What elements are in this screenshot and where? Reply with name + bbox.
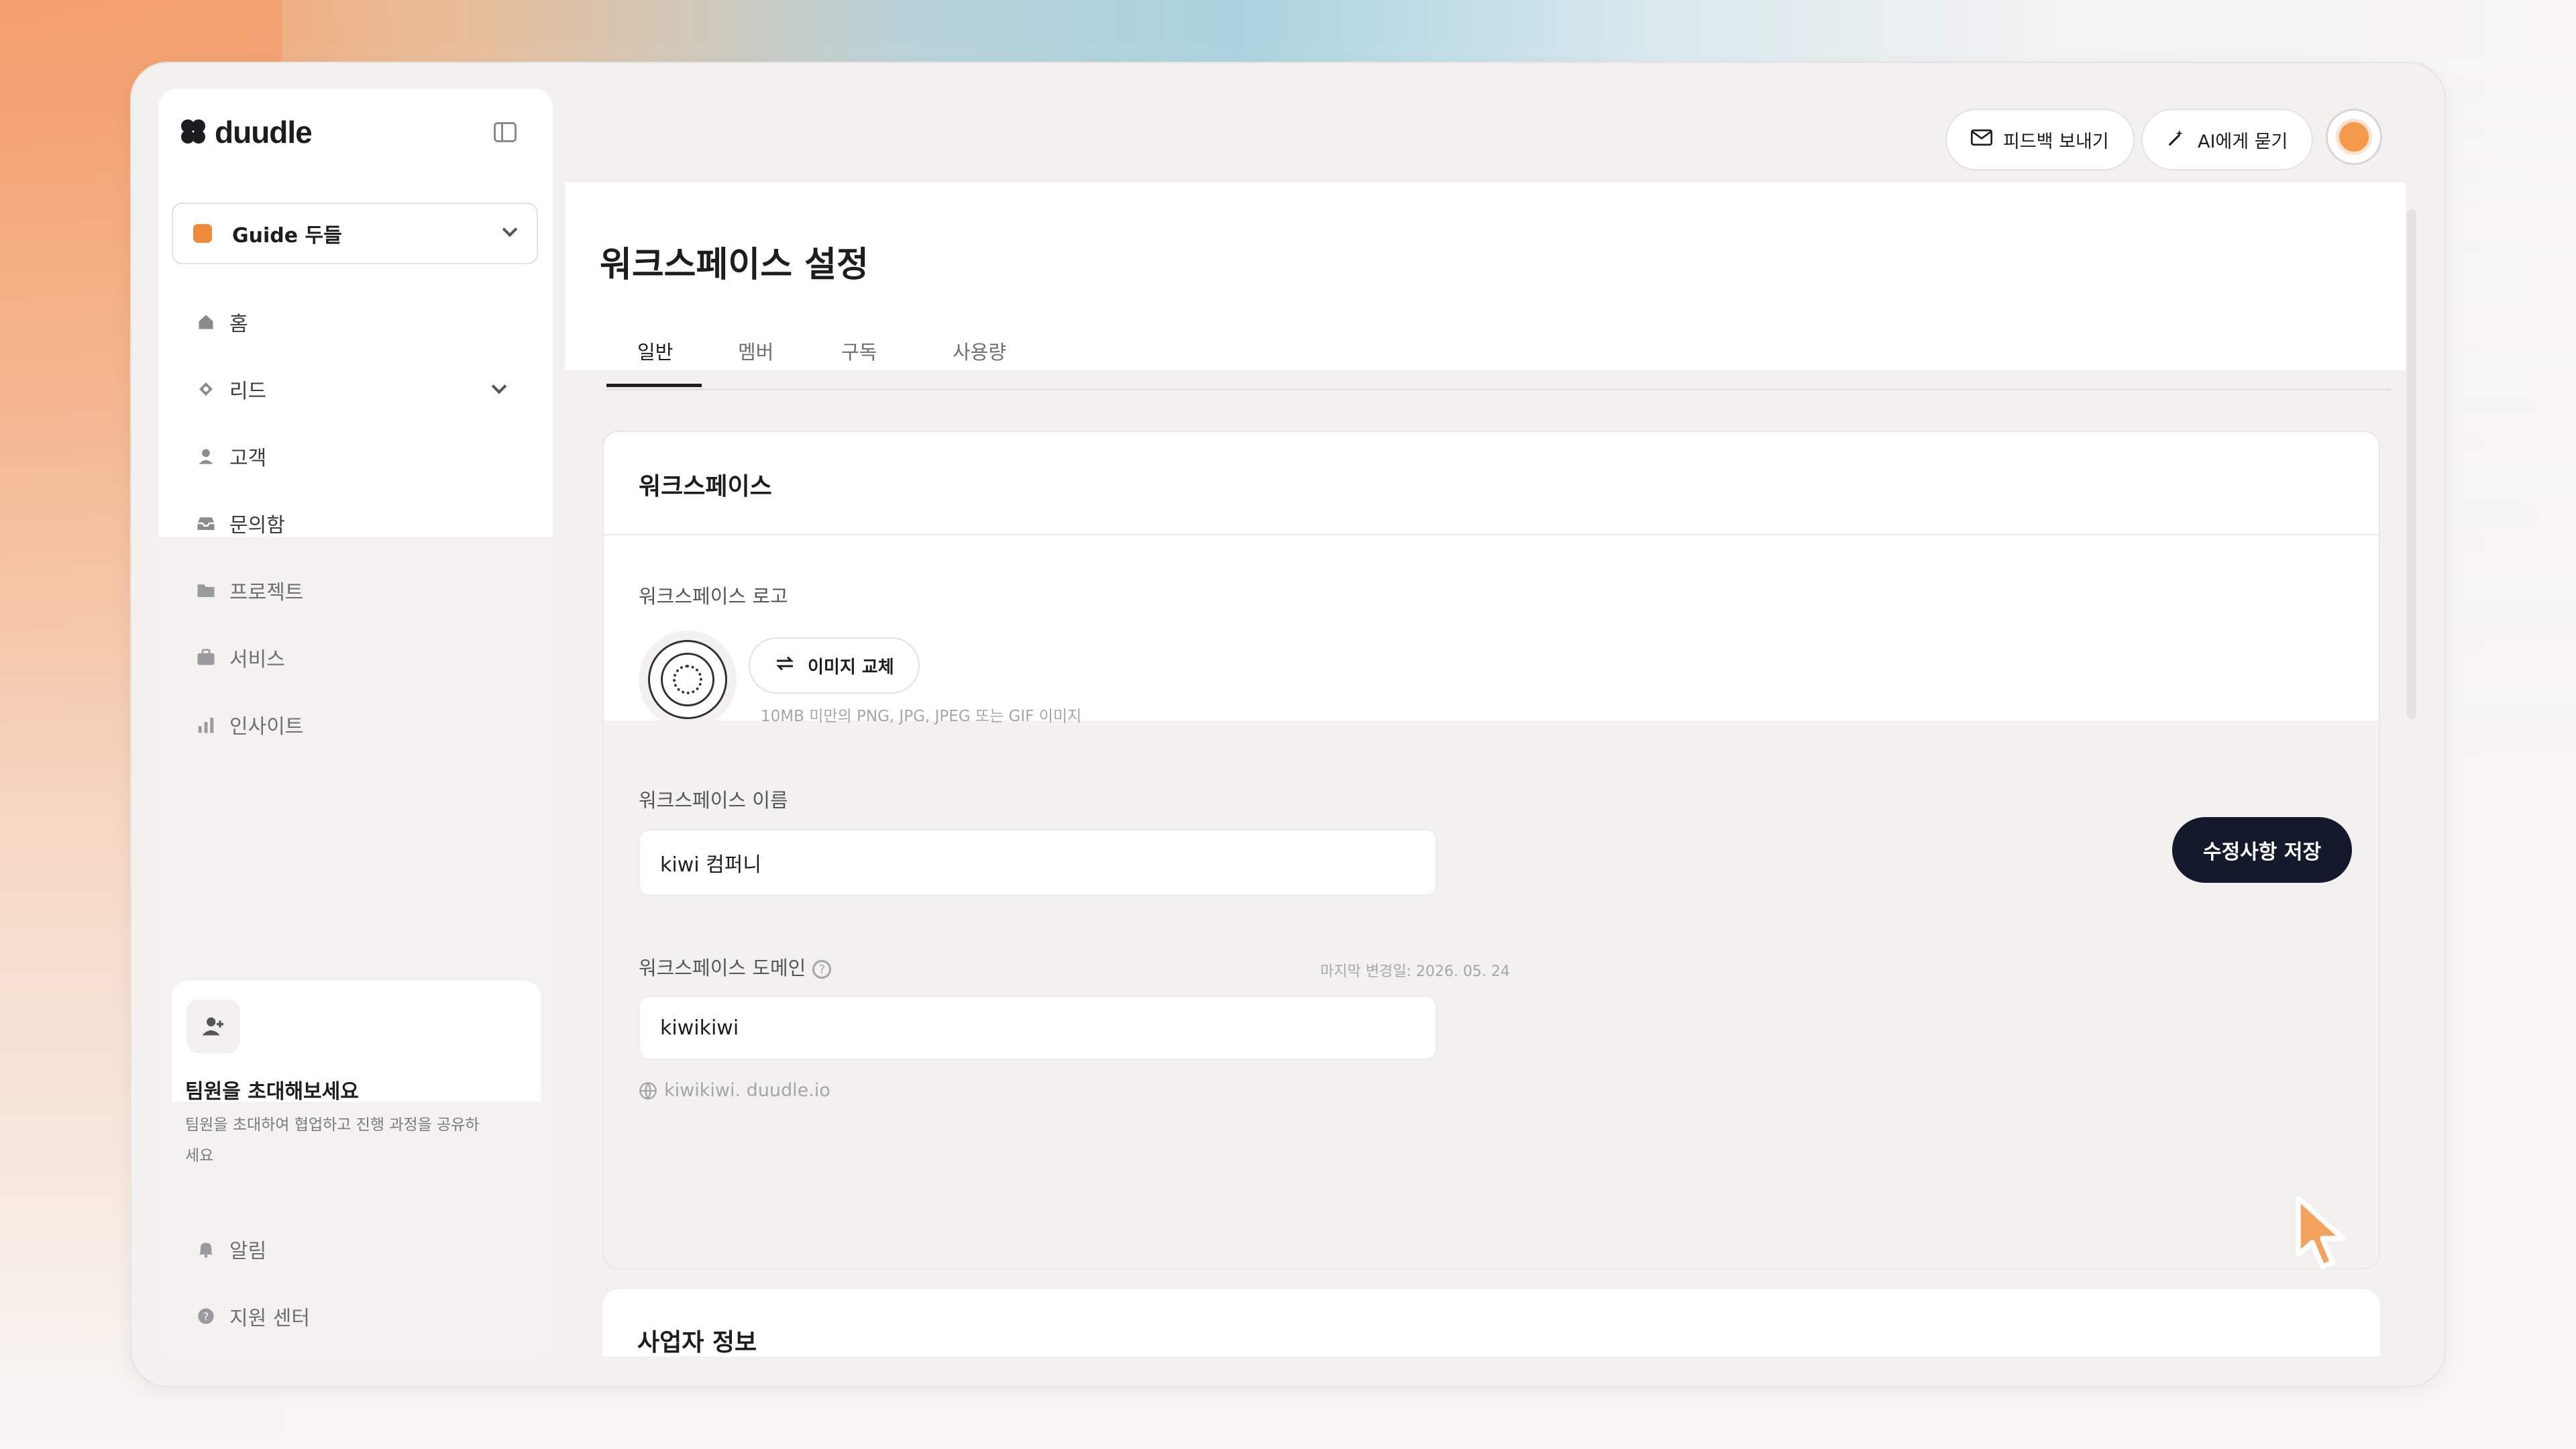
workspace-domain-value: kiwikiwi — [660, 1016, 739, 1040]
settings-tabs: 일반 멤버 구독 사용량 — [606, 337, 2391, 390]
workspace-name-value: kiwi 컴퍼니 — [660, 853, 761, 877]
logo-text: duudle — [215, 115, 313, 150]
sidebar-item-notifications[interactable]: 알림 — [196, 1234, 266, 1264]
folder-icon — [196, 580, 216, 600]
swap-icon — [774, 653, 796, 678]
card-title: 워크스페이스 — [639, 473, 772, 500]
feedback-button[interactable]: 피드백 보내기 — [1945, 109, 2135, 170]
sidebar-item-inbox[interactable]: 문의함 — [196, 508, 285, 538]
sidebar-item-label: 인사이트 — [229, 715, 304, 739]
sidebar-item-service[interactable]: 서비스 — [196, 643, 285, 672]
workspace-name-input[interactable]: kiwi 컴퍼니 — [639, 829, 1437, 896]
sidebar-item-home[interactable]: 홈 — [196, 307, 248, 337]
replace-image-label: 이미지 교체 — [808, 657, 894, 678]
ask-ai-button[interactable]: AI에게 묻기 — [2141, 109, 2314, 170]
business-info-card: 사업자 정보 — [602, 1289, 2380, 1356]
bell-icon — [196, 1239, 216, 1259]
replace-image-button[interactable]: 이미지 교체 — [749, 637, 920, 694]
sidebar-item-customer[interactable]: 고객 — [196, 441, 266, 471]
svg-text:?: ? — [203, 1310, 209, 1323]
feedback-label: 피드백 보내기 — [2003, 131, 2109, 152]
divider — [604, 534, 2379, 535]
tab-general[interactable]: 일반 — [637, 337, 673, 365]
globe-icon — [639, 1081, 657, 1100]
chevron-down-icon[interactable] — [491, 378, 507, 394]
user-icon — [196, 446, 216, 466]
sidebar-item-label: 리드 — [229, 380, 267, 403]
workspace-domain-input[interactable]: kiwikiwi — [639, 996, 1437, 1060]
domain-label: 워크스페이스 도메인? — [639, 953, 832, 981]
tab-subscription[interactable]: 구독 — [841, 337, 877, 365]
invite-description: 팀원을 초대하여 협업하고 진행 과정을 공유하세요 — [185, 1116, 480, 1165]
app-logo[interactable]: duudle — [181, 114, 313, 150]
sidebar-item-label: 알림 — [229, 1240, 267, 1263]
invite-card[interactable]: 팀원을 초대해보세요 팀원을 초대하여 협업하고 진행 과정을 공유하세요 — [172, 981, 541, 1189]
sidebar-item-insight[interactable]: 인사이트 — [196, 710, 303, 739]
avatar[interactable] — [2326, 109, 2382, 165]
ask-ai-label: AI에게 묻기 — [2198, 131, 2288, 152]
invite-title: 팀원을 초대해보세요 — [185, 1080, 359, 1104]
workspace-select[interactable]: Guide 두들 — [172, 203, 538, 264]
sidebar-item-project[interactable]: 프로젝트 — [196, 576, 303, 605]
sidebar-item-support[interactable]: ? 지원 센터 — [196, 1301, 310, 1331]
help-icon: ? — [196, 1306, 216, 1326]
mail-icon — [1971, 129, 1992, 151]
help-circle-icon[interactable]: ? — [812, 960, 832, 979]
inbox-icon — [196, 513, 216, 533]
logo-label: 워크스페이스 로고 — [639, 585, 788, 608]
sidebar-item-lead[interactable]: 리드 — [196, 374, 266, 404]
chart-icon — [196, 714, 216, 735]
sidebar-item-label: 프로젝트 — [229, 581, 304, 604]
sidebar: duudle Guide 두들 홈 리드 고객 문의함 프로젝트 서비스 인사이… — [158, 89, 553, 1356]
logo-hint: 10MB 미만의 PNG, JPG, JPEG 또는 GIF 이미지 — [761, 708, 1082, 725]
sidebar-item-label: 서비스 — [229, 648, 285, 672]
workspace-logo-preview — [639, 631, 737, 729]
chevron-down-icon — [502, 221, 518, 237]
add-user-icon — [186, 1000, 240, 1053]
domain-last-changed: 마지막 변경일: 2026. 05. 24 — [1320, 963, 1510, 980]
lead-icon — [196, 379, 216, 399]
magic-wand-icon — [2167, 127, 2187, 152]
avatar-image — [2336, 119, 2372, 155]
briefcase-icon — [196, 647, 216, 667]
sidebar-item-label: 지원 센터 — [229, 1307, 310, 1330]
workspace-color-icon — [193, 224, 212, 243]
logo-mark-icon — [181, 119, 207, 145]
workspace-name: Guide 두들 — [232, 224, 342, 248]
scrollbar[interactable] — [2407, 209, 2416, 719]
page-title: 워크스페이스 설정 — [600, 245, 869, 285]
save-changes-button[interactable]: 수정사항 저장 — [2172, 817, 2353, 883]
name-label: 워크스페이스 이름 — [639, 789, 788, 812]
domain-url: kiwikiwi. duudle.io — [639, 1080, 830, 1101]
main-content: 피드백 보내기 AI에게 묻기 워크스페이스 설정 일반 멤버 구독 사용량 워… — [565, 89, 2420, 1356]
sidebar-item-label: 문의함 — [229, 514, 285, 537]
sidebar-item-label: 홈 — [229, 313, 248, 336]
sidebar-item-label: 고객 — [229, 447, 267, 470]
tab-usage[interactable]: 사용량 — [953, 337, 1006, 365]
active-tab-indicator — [606, 384, 702, 387]
sidebar-toggle-icon[interactable] — [494, 122, 517, 142]
mouse-cursor-icon — [2296, 1195, 2345, 1269]
home-icon — [196, 312, 216, 332]
tab-members[interactable]: 멤버 — [738, 337, 773, 365]
workspace-card: 워크스페이스 워크스페이스 로고 이미지 교체 10MB 미만의 PNG, JP… — [602, 431, 2380, 1269]
card-title: 사업자 정보 — [637, 1329, 757, 1356]
